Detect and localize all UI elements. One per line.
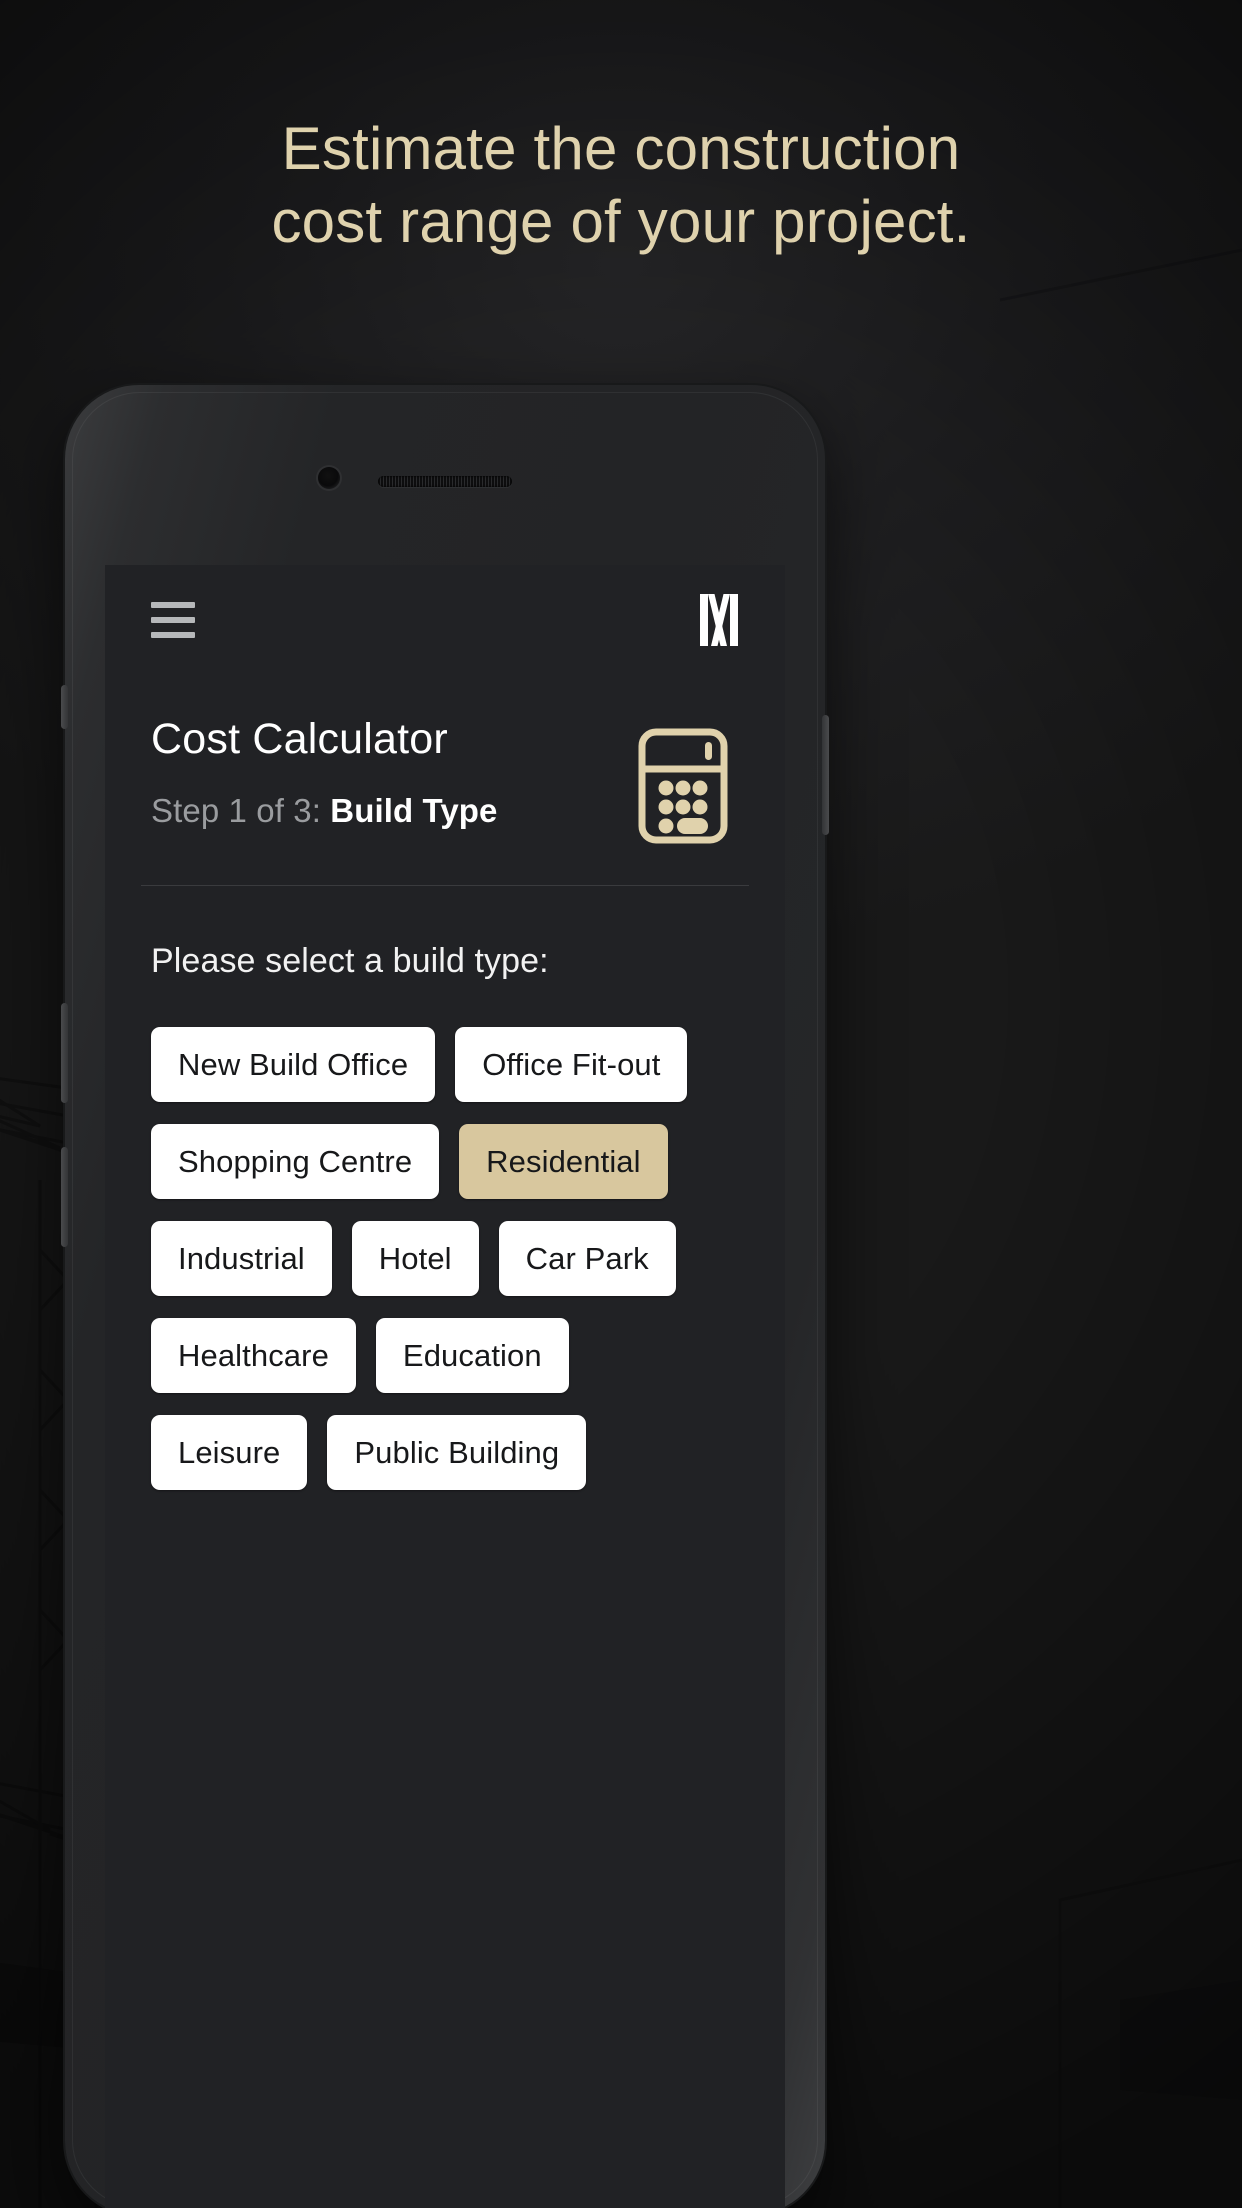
earpiece-speaker-icon — [378, 476, 512, 487]
build-type-option-hotel[interactable]: Hotel — [351, 1221, 479, 1296]
build-type-option-shopping-centre[interactable]: Shopping Centre — [151, 1124, 440, 1199]
phone-screen: Cost Calculator Step 1 of 3: Build Type — [105, 565, 785, 2208]
build-type-prompt: Please select a build type: — [151, 942, 549, 980]
volume-up-button[interactable] — [61, 1003, 68, 1103]
build-type-option-leisure[interactable]: Leisure — [151, 1415, 308, 1490]
step-indicator-value: Build Type — [330, 792, 498, 829]
build-type-option-healthcare[interactable]: Healthcare — [151, 1318, 356, 1393]
build-type-option-industrial[interactable]: Industrial — [151, 1221, 332, 1296]
build-type-option-residential[interactable]: Residential — [459, 1124, 668, 1199]
headline-line-2: cost range of your project. — [271, 188, 971, 256]
app-bar — [105, 565, 785, 675]
calculator-icon — [638, 728, 728, 844]
build-type-options-grid: New Build Office Office Fit-out Shopping C… — [151, 1027, 739, 1490]
build-type-option-office-fit-out[interactable]: Office Fit-out — [455, 1027, 688, 1102]
page-headline: Estimate the construction cost range of … — [0, 112, 1242, 258]
hamburger-bar-2 — [151, 617, 195, 623]
step-indicator-prefix: Step 1 of 3: — [151, 792, 331, 829]
step-indicator: Step 1 of 3: Build Type — [151, 792, 498, 830]
title-text-group: Cost Calculator Step 1 of 3: Build Type — [151, 715, 498, 830]
hamburger-bar-3 — [151, 632, 195, 638]
screen-body: Please select a build type: New Build Of… — [105, 886, 785, 1490]
silent-switch[interactable] — [61, 685, 68, 729]
power-button[interactable] — [822, 715, 829, 835]
volume-down-button[interactable] — [61, 1147, 68, 1247]
hamburger-bar-1 — [151, 602, 195, 608]
build-type-option-education[interactable]: Education — [375, 1318, 569, 1393]
front-camera-icon — [318, 467, 340, 489]
build-type-option-public-building[interactable]: Public Building — [327, 1415, 587, 1490]
page-title: Cost Calculator — [151, 715, 448, 763]
brand-m-logo-icon[interactable] — [697, 592, 741, 648]
hamburger-menu-icon[interactable] — [151, 602, 195, 638]
phone-device-mockup: Cost Calculator Step 1 of 3: Build Type — [61, 385, 829, 2208]
build-type-option-new-build-office[interactable]: New Build Office — [151, 1027, 436, 1102]
headline-line-1: Estimate the construction — [281, 115, 961, 182]
page-header-block: Cost Calculator Step 1 of 3: Build Type — [105, 675, 785, 845]
build-type-option-car-park[interactable]: Car Park — [498, 1221, 676, 1296]
